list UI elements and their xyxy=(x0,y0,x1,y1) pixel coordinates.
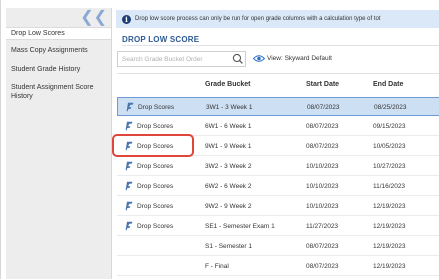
drop-scores-label: Drop Scores xyxy=(137,182,174,190)
drop-scores-button[interactable]: Drop Scores xyxy=(125,201,173,211)
title-divider xyxy=(122,45,439,46)
view-label: View: Skyward Default xyxy=(267,55,332,62)
table-row[interactable]: Drop Scores 6W2 - 6 Week 2 10/10/2023 11/16… xyxy=(117,177,439,196)
start-date-cell: 08/07/2023 xyxy=(306,263,339,270)
page-title: DROP LOW SCORE xyxy=(122,35,200,44)
drop-scores-icon xyxy=(125,221,133,231)
drop-scores-button[interactable]: Drop Scores xyxy=(125,221,173,231)
drop-scores-button[interactable]: Drop Scores xyxy=(125,121,173,131)
grade-bucket-cell: S1 - Semester 1 xyxy=(205,243,252,250)
end-date-cell: 10/05/2023 xyxy=(373,143,406,150)
drop-scores-label: Drop Scores xyxy=(137,202,174,210)
start-date-cell: 10/10/2023 xyxy=(306,203,339,210)
eye-icon xyxy=(253,55,265,62)
end-date-cell: 12/19/2023 xyxy=(373,263,406,270)
start-date-cell: 11/27/2023 xyxy=(306,223,339,230)
drop-scores-button[interactable]: Drop Scores xyxy=(125,161,173,171)
sidebar-item-student-assignment-score-history[interactable]: Student Assignment Score History xyxy=(6,83,111,101)
header-start-date[interactable]: Start Date xyxy=(306,81,339,88)
sidebar-item-student-grade-history[interactable]: Student Grade History xyxy=(6,65,111,74)
start-date-cell: 10/10/2023 xyxy=(306,163,339,170)
end-date-cell: 12/19/2023 xyxy=(373,243,406,250)
header-end-date[interactable]: End Date xyxy=(373,81,403,88)
drop-scores-label: Drop Scores xyxy=(137,122,174,130)
grade-bucket-cell: 3W1 - 3 Week 1 xyxy=(206,104,253,111)
end-date-cell: 12/19/2023 xyxy=(373,223,406,230)
drop-scores-button[interactable]: Drop Scores xyxy=(126,102,174,112)
grade-bucket-cell: 6W2 - 6 Week 2 xyxy=(205,183,252,190)
drop-scores-icon xyxy=(125,121,133,131)
drop-scores-icon xyxy=(125,161,133,171)
end-date-cell: 09/15/2023 xyxy=(373,123,406,130)
header-grade-bucket[interactable]: Grade Bucket xyxy=(205,81,251,88)
drop-scores-icon xyxy=(126,102,134,112)
table-row[interactable]: Drop Scores 3W1 - 3 Week 1 08/07/2023 08/25… xyxy=(117,97,439,116)
start-date-cell: 10/10/2023 xyxy=(306,183,339,190)
drop-scores-icon xyxy=(125,181,133,191)
grade-bucket-table: Grade Bucket Start Date End Date Drop Sc… xyxy=(117,73,439,280)
grade-bucket-cell: SE1 - Semester Exam 1 xyxy=(205,223,275,230)
table-row[interactable]: S1 - Semester 1 08/07/2023 12/19/2023 xyxy=(117,237,439,256)
start-date-cell: 08/07/2023 xyxy=(306,143,339,150)
view-selector[interactable]: View: Skyward Default xyxy=(253,54,332,63)
grade-bucket-cell: 9W2 - 9 Week 2 xyxy=(205,203,252,210)
info-icon: i xyxy=(122,14,131,24)
sidebar-item-mass-copy-assignments[interactable]: Mass Copy Assignments xyxy=(6,46,111,55)
drop-scores-button[interactable]: Drop Scores xyxy=(125,181,173,191)
table-row[interactable]: Drop Scores SE1 - Semester Exam 1 11/27/20… xyxy=(117,217,439,236)
info-banner: i Drop low score process can only be run… xyxy=(116,10,439,28)
annotation-highlight xyxy=(112,134,194,157)
start-date-cell: 08/07/2023 xyxy=(306,123,339,130)
grade-bucket-cell: 6W1 - 6 Week 1 xyxy=(205,123,252,130)
table-row[interactable]: F - Final 08/07/2023 12/19/2023 xyxy=(117,257,439,276)
end-date-cell: 11/16/2023 xyxy=(373,183,406,190)
search-box[interactable] xyxy=(117,51,246,67)
search-icon[interactable] xyxy=(231,52,245,66)
end-date-cell: 12/19/2023 xyxy=(373,203,406,210)
grade-bucket-cell: F - Final xyxy=(205,263,229,270)
drop-scores-label: Drop Scores xyxy=(137,222,174,230)
banner-text: Drop low score process can only be run f… xyxy=(135,16,381,22)
collapse-sidebar-icon[interactable]: ❮❮ xyxy=(80,10,107,26)
drop-scores-label: Drop Scores xyxy=(137,162,174,170)
app-frame: ❮❮ Drop Low Scores Mass Copy Assignments… xyxy=(0,0,439,279)
end-date-cell: 10/27/2023 xyxy=(373,163,406,170)
table-row[interactable]: Drop Scores 9W2 - 9 Week 2 10/10/2023 12/19… xyxy=(117,197,439,216)
drop-scores-icon xyxy=(125,201,133,211)
sidebar-item-drop-low-scores[interactable]: Drop Low Scores xyxy=(6,27,111,40)
grade-bucket-cell: 9W1 - 9 Week 1 xyxy=(205,143,252,150)
start-date-cell: 08/07/2023 xyxy=(307,104,340,111)
end-date-cell: 08/25/2023 xyxy=(374,104,407,111)
table-header: Grade Bucket Start Date End Date xyxy=(117,74,439,96)
drop-scores-label: Drop Scores xyxy=(138,103,175,111)
start-date-cell: 08/07/2023 xyxy=(306,243,339,250)
table-row[interactable]: Drop Scores 3W2 - 3 Week 2 10/10/2023 10/27… xyxy=(117,157,439,176)
search-input[interactable] xyxy=(118,54,229,64)
sidebar: ❮❮ Drop Low Scores Mass Copy Assignments… xyxy=(6,8,112,279)
grade-bucket-cell: 3W2 - 3 Week 2 xyxy=(205,163,252,170)
